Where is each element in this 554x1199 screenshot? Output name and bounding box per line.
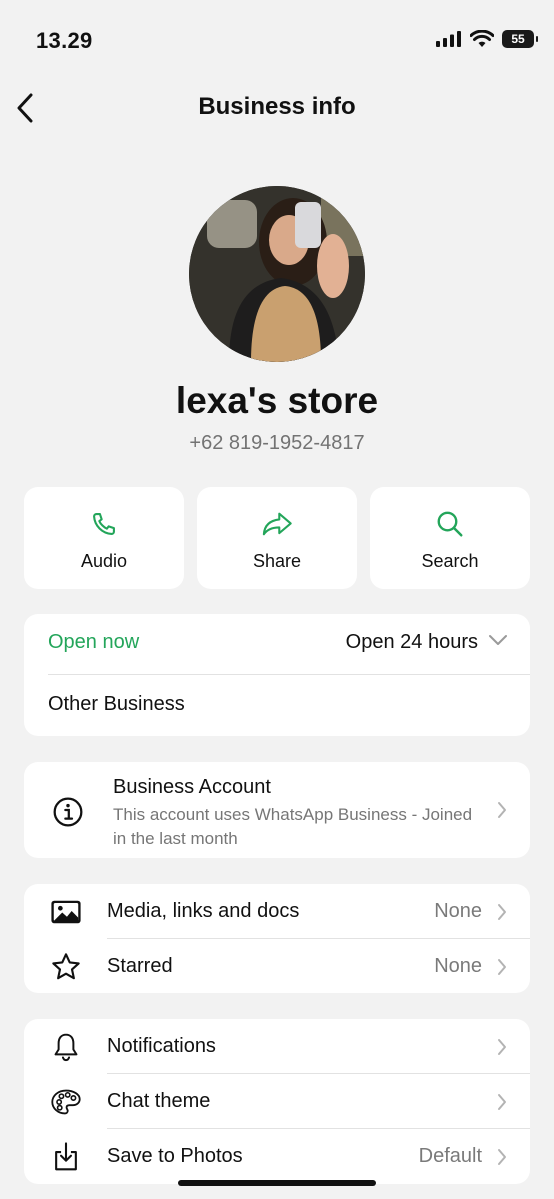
search-label: Search	[421, 551, 479, 571]
business-hours-card: Open now Open 24 hours Other Business	[24, 614, 530, 736]
profile-avatar[interactable]	[189, 186, 365, 362]
business-name: lexa's store	[175, 380, 379, 421]
audio-label: Audio	[80, 551, 128, 571]
search-button[interactable]: Search	[370, 487, 530, 589]
nav-bar: Business info	[0, 80, 554, 136]
menu-item-media[interactable]: Media, links and docs None	[24, 884, 530, 939]
media-group-card: Media, links and docs None Starred None	[24, 884, 530, 993]
phone-number[interactable]: +62 819-1952-4817	[0, 432, 554, 455]
cellular-signal-icon	[436, 31, 461, 47]
category-row: Other Business	[24, 675, 530, 736]
menu-item-notifications[interactable]: Notifications	[24, 1019, 530, 1074]
menu-label: Notifications	[107, 1035, 216, 1057]
business-account-description: This account uses WhatsApp Business - Jo…	[113, 805, 473, 848]
chevron-right-icon	[498, 904, 506, 920]
menu-label: Media, links and docs	[107, 900, 300, 922]
menu-item-chat-theme[interactable]: Chat theme	[24, 1074, 530, 1129]
battery-icon: 55	[502, 30, 538, 48]
menu-item-save-to-photos[interactable]: Save to Photos Default	[24, 1129, 530, 1184]
status-time: 13.29	[36, 28, 93, 53]
bell-icon	[54, 1033, 78, 1062]
business-account-title: Business Account	[113, 776, 271, 798]
settings-group-card: Notifications Chat theme Save to Photos …	[24, 1019, 530, 1184]
chevron-right-icon	[498, 1039, 506, 1055]
page-title: Business info	[198, 93, 356, 120]
share-label: Share	[252, 551, 302, 571]
menu-value: None	[434, 900, 482, 922]
download-icon	[55, 1142, 77, 1171]
menu-value: Default	[418, 1145, 482, 1167]
status-icons: 55	[436, 30, 538, 48]
menu-label: Save to Photos	[107, 1145, 243, 1167]
avatar-photo	[189, 186, 365, 362]
audio-call-button[interactable]: Audio	[24, 487, 184, 589]
chevron-right-icon	[498, 1094, 506, 1110]
share-button[interactable]: Share	[197, 487, 357, 589]
chevron-right-icon	[498, 802, 506, 818]
search-icon	[437, 511, 463, 537]
hours-row[interactable]: Open now Open 24 hours	[24, 614, 530, 675]
menu-label: Chat theme	[107, 1090, 211, 1112]
menu-item-starred[interactable]: Starred None	[24, 939, 530, 993]
wifi-icon	[470, 30, 494, 47]
palette-icon	[51, 1089, 81, 1115]
chevron-down-icon	[489, 635, 507, 645]
phone-icon	[93, 513, 115, 535]
chevron-right-icon	[498, 959, 506, 975]
share-arrow-icon	[262, 512, 292, 536]
business-category: Other Business	[48, 693, 185, 715]
info-icon	[53, 797, 83, 827]
business-account-card[interactable]: Business Account This account uses Whats…	[24, 762, 530, 858]
image-icon	[51, 900, 81, 924]
open-status: Open now	[48, 631, 140, 653]
hours-value: Open 24 hours	[345, 631, 478, 653]
menu-value: None	[434, 955, 482, 977]
chevron-right-icon	[498, 1149, 506, 1165]
home-indicator[interactable]	[178, 1180, 376, 1186]
star-icon	[52, 953, 80, 980]
status-bar: 13.29 55	[0, 0, 554, 80]
menu-label: Starred	[107, 955, 173, 977]
